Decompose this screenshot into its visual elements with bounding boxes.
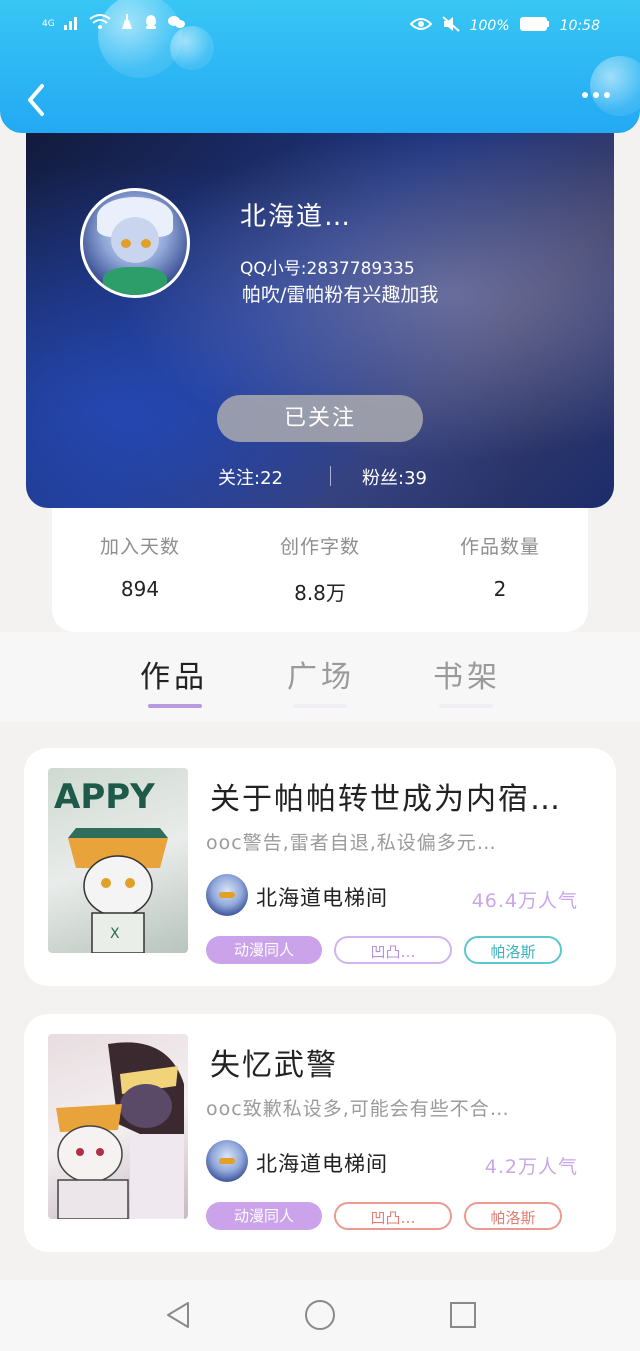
popularity: 4.2万人气 — [484, 1156, 578, 1178]
more-button[interactable] — [582, 92, 610, 98]
decor-bubble — [98, 0, 182, 78]
stats-card: 加入天数 894 创作字数 8.8万 作品数量 2 — [52, 508, 588, 632]
back-button[interactable] — [22, 82, 52, 118]
work-cover-image[interactable]: APPY X — [48, 768, 188, 953]
stat-value: 894 — [120, 577, 160, 601]
clock: 10:58 — [559, 18, 600, 34]
status-right: 100% 10:58 — [409, 16, 600, 36]
wechat-icon — [167, 14, 187, 34]
battery-percent: 100% — [469, 18, 510, 34]
avatar-eye — [121, 239, 131, 248]
nav-home-icon[interactable] — [305, 1300, 335, 1330]
tab-bookshelf[interactable]: 书架 — [433, 652, 501, 696]
work-title[interactable]: 关于帕帕转世成为内宿… — [210, 774, 562, 818]
follow-button[interactable]: 已关注 — [217, 395, 423, 442]
decor-bubble — [590, 56, 640, 116]
stat-label: 作品数量 — [459, 536, 540, 558]
cover-illustration: APPY X — [54, 777, 168, 953]
top-header: 4G 100% 10:58 — [0, 0, 640, 133]
tab-bar: 作品 广场 书架 — [0, 632, 640, 722]
profile-banner: 北海道… QQ小号:2837789335 帕吹/雷帕粉有兴趣加我 已关注 关注:… — [26, 118, 614, 508]
stat-label: 创作字数 — [279, 536, 360, 558]
stat-word-count: 创作字数 8.8万 — [240, 532, 400, 606]
avatar-face — [111, 217, 159, 263]
work-description: ooc警告,雷者自退,私设偏多元… — [206, 832, 497, 854]
tab-square[interactable]: 广场 — [287, 652, 355, 696]
tag-category[interactable]: 动漫同人 — [206, 936, 322, 964]
stat-value: 8.8万 — [294, 581, 346, 605]
work-cover-image[interactable] — [48, 1034, 188, 1219]
svg-text:X: X — [110, 926, 120, 942]
author-avatar[interactable] — [206, 874, 248, 916]
tag-category[interactable]: 动漫同人 — [206, 1202, 322, 1230]
wifi-icon — [89, 14, 111, 34]
stat-label: 加入天数 — [99, 536, 180, 558]
system-nav-bar — [0, 1280, 640, 1351]
tab-works[interactable]: 作品 — [140, 652, 208, 696]
status-left: 4G — [42, 14, 187, 34]
nav-recent-icon[interactable] — [450, 1302, 476, 1328]
tag-fandom[interactable]: 凹凸… — [334, 1202, 452, 1230]
more-dots-icon — [593, 92, 599, 98]
more-dots-icon — [604, 92, 610, 98]
stat-value: 2 — [493, 577, 507, 601]
profile-avatar[interactable] — [80, 188, 190, 298]
following-count[interactable]: 关注:22 — [218, 464, 283, 490]
tab-indicator — [439, 704, 493, 708]
profile-qq: QQ小号:2837789335 — [240, 259, 415, 279]
avatar-eye — [141, 239, 151, 248]
signal-icon — [63, 14, 81, 34]
profile-bio: 帕吹/雷帕粉有兴趣加我 — [242, 284, 439, 306]
nav-back-icon[interactable] — [164, 1300, 192, 1334]
eye-icon — [409, 16, 433, 36]
author-name[interactable]: 北海道电梯间 — [256, 882, 388, 912]
tab-indicator — [148, 704, 202, 708]
battery-icon — [519, 16, 550, 36]
divider — [330, 466, 331, 486]
work-title[interactable]: 失忆武警 — [210, 1040, 338, 1084]
work-card[interactable]: 失忆武警 ooc致歉私设多,可能会有些不合… 北海道电梯间 4.2万人气 动漫同… — [24, 1014, 616, 1252]
stat-join-days: 加入天数 894 — [60, 532, 220, 601]
avatar-shirt — [103, 267, 167, 295]
tab-indicator — [293, 704, 347, 708]
clean-icon — [119, 14, 135, 34]
author-name[interactable]: 北海道电梯间 — [256, 1148, 388, 1178]
author-avatar[interactable] — [206, 1140, 248, 1182]
fans-count[interactable]: 粉丝:39 — [362, 464, 427, 490]
work-description: ooc致歉私设多,可能会有些不合… — [206, 1098, 510, 1120]
qq-icon — [143, 14, 159, 34]
back-arrow-icon — [28, 84, 44, 116]
popularity: 46.4万人气 — [471, 890, 578, 912]
tag-fandom[interactable]: 凹凸… — [334, 936, 452, 964]
tag-character[interactable]: 帕洛斯 — [464, 1202, 562, 1230]
more-dots-icon — [582, 92, 588, 98]
svg-text:APPY: APPY — [54, 777, 155, 817]
cover-illustration — [56, 1042, 184, 1219]
stat-work-count: 作品数量 2 — [420, 532, 580, 601]
work-card[interactable]: APPY X 关于帕帕转世成为内宿… ooc警告,雷者自退,私设偏多元… 北海道… — [24, 748, 616, 986]
mute-icon — [441, 16, 460, 36]
profile-name: 北海道… — [240, 202, 353, 232]
network-label: 4G — [42, 19, 55, 29]
tag-character[interactable]: 帕洛斯 — [464, 936, 562, 964]
